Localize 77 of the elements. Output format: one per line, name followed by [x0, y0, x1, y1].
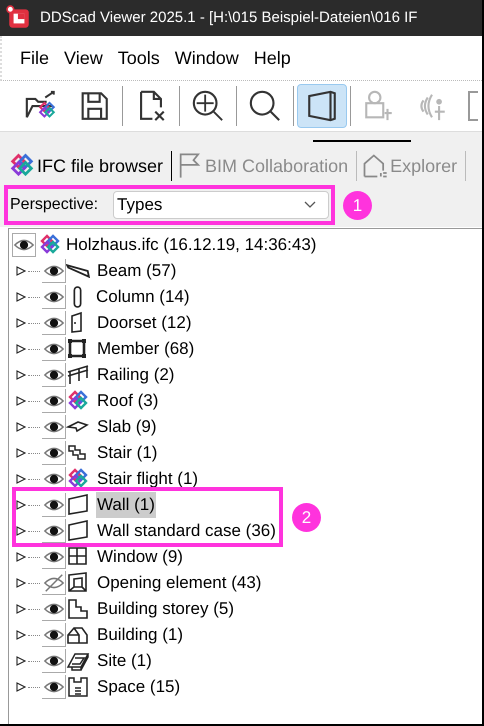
tree-item[interactable]: Wall (1): [96, 492, 156, 518]
house-icon: [361, 152, 390, 180]
visibility-toggle[interactable]: [42, 311, 66, 335]
tree-item[interactable]: Roof (3): [96, 388, 160, 414]
visibility-toggle[interactable]: [42, 389, 66, 413]
visibility-toggle[interactable]: [42, 415, 66, 439]
expand-arrow-icon[interactable]: [16, 266, 26, 276]
visibility-toggle[interactable]: [42, 571, 66, 595]
column-icon: [73, 286, 82, 308]
tree-item[interactable]: Stair flight (1): [96, 466, 200, 492]
toolbar-button[interactable]: [297, 84, 347, 128]
visibility-toggle[interactable]: [42, 519, 66, 543]
visibility-toggle[interactable]: [42, 623, 66, 647]
expand-arrow-icon[interactable]: [16, 630, 26, 640]
menu-item[interactable]: Window: [174, 44, 239, 72]
tree-item[interactable]: Member (68): [96, 336, 196, 362]
window-title: DDScad Viewer 2025.1 - [H:\015 Beispiel-Dateien\016 IF: [40, 8, 418, 28]
app-logo-icon: [6, 5, 32, 31]
tree-item[interactable]: Stair (1): [96, 440, 158, 466]
tree-item[interactable]: Opening element (43): [96, 570, 262, 596]
expand-arrow-icon[interactable]: [16, 500, 26, 510]
expand-arrow-icon[interactable]: [16, 578, 26, 588]
tree-item[interactable]: Site (1): [96, 648, 153, 674]
visibility-toggle[interactable]: [42, 675, 66, 699]
visibility-toggle[interactable]: [12, 233, 36, 257]
tree-item[interactable]: Railing (2): [96, 362, 176, 388]
tree-item[interactable]: Wall standard case (36): [96, 518, 277, 544]
tree-item[interactable]: Beam (57): [96, 258, 178, 284]
tree-item[interactable]: Window (9): [96, 544, 184, 570]
expand-arrow-icon[interactable]: [16, 448, 26, 458]
expand-arrow-icon[interactable]: [16, 604, 26, 614]
menu-item[interactable]: File: [20, 44, 50, 72]
visibility-toggle[interactable]: [42, 285, 66, 309]
tree-item[interactable]: Doorset (12): [96, 310, 192, 336]
visibility-toggle[interactable]: [42, 545, 66, 569]
expand-arrow-icon[interactable]: [16, 422, 26, 432]
beam-icon: [66, 264, 90, 278]
tree-item[interactable]: Space (15): [96, 674, 182, 700]
expand-arrow-icon[interactable]: [16, 474, 26, 484]
tree-item[interactable]: Slab (9): [96, 414, 158, 440]
expand-arrow-icon[interactable]: [16, 344, 26, 354]
toolbar-edge-icon: [468, 91, 478, 121]
menu-item[interactable]: Help: [254, 44, 291, 72]
expand-arrow-icon[interactable]: [16, 292, 26, 302]
visibility-toggle[interactable]: [42, 363, 66, 387]
menu-item[interactable]: Tools: [118, 44, 160, 72]
box-icon: [305, 89, 339, 123]
expand-arrow-icon[interactable]: [16, 370, 26, 380]
expand-arrow-icon[interactable]: [16, 526, 26, 536]
visibility-toggle[interactable]: [42, 597, 66, 621]
expand-arrow-icon[interactable]: [16, 396, 26, 406]
expand-arrow-icon[interactable]: [16, 656, 26, 666]
expand-arrow-icon[interactable]: [16, 318, 26, 328]
space-icon: [66, 675, 90, 699]
visibility-toggle[interactable]: [42, 649, 66, 673]
perspective-label: Perspective:: [10, 195, 98, 215]
visibility-toggle[interactable]: [42, 259, 66, 283]
tree-item[interactable]: Holzhaus.ifc (16.12.19, 14:36:43): [66, 232, 316, 258]
visibility-toggle[interactable]: [42, 493, 66, 517]
menu-item[interactable]: View: [64, 44, 103, 72]
storey-icon: [66, 597, 90, 621]
visibility-toggle[interactable]: [42, 441, 66, 465]
zoom-extents-icon: [191, 89, 225, 123]
wall-icon: [66, 493, 90, 517]
railing-icon: [66, 363, 90, 387]
perspective-dropdown[interactable]: Types: [113, 191, 330, 219]
wall-icon: [66, 519, 90, 543]
visibility-toggle[interactable]: [42, 337, 66, 361]
expand-arrow-icon[interactable]: [16, 682, 26, 692]
panel-tab[interactable]: IFC file browser: [8, 151, 168, 181]
tree-item[interactable]: Building (1): [96, 622, 184, 648]
crossed-eye-icon: [42, 572, 64, 594]
tree-item[interactable]: Building storey (5): [96, 596, 236, 622]
search-icon: [248, 89, 282, 123]
opening-icon: [66, 571, 90, 595]
expand-arrow-icon[interactable]: [16, 552, 26, 562]
tree-item[interactable]: Column (14): [95, 284, 191, 310]
